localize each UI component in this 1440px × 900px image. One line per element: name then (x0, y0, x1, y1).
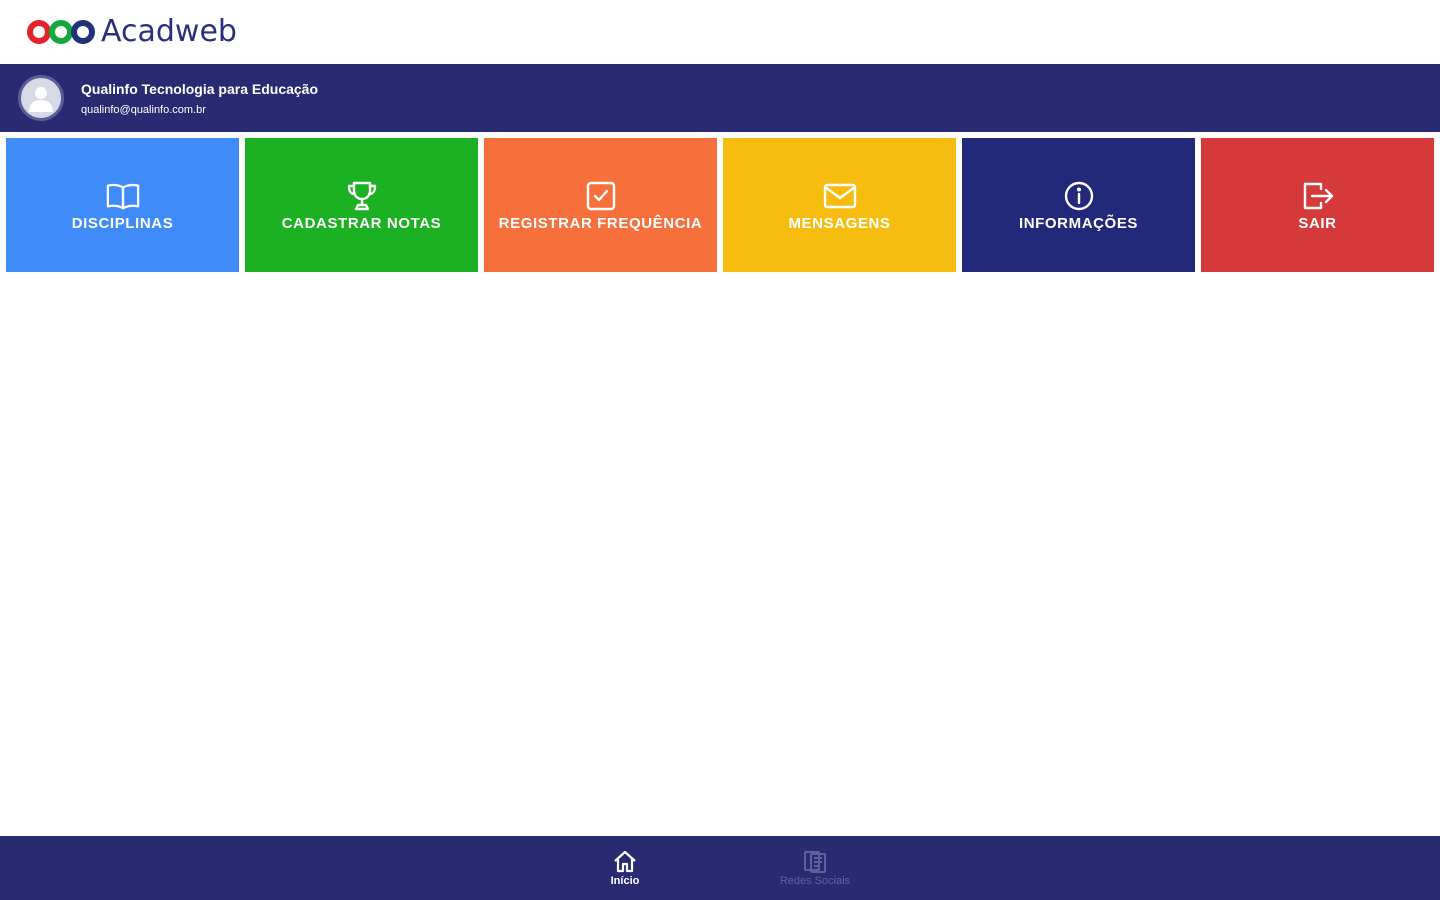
tile-disciplinas[interactable]: DISCIPLINAS (6, 138, 239, 272)
tile-label: DISCIPLINAS (71, 214, 174, 232)
acadweb-logo[interactable]: Acadweb (27, 12, 237, 52)
logo-ring-green (49, 20, 73, 44)
user-icon (29, 87, 53, 112)
bottom-nav: Início Redes Sociais (0, 836, 1440, 900)
menu-tiles: DISCIPLINAS CADASTRAR NOTAS REGISTRAR FR… (6, 138, 1435, 273)
trophy-icon (345, 179, 379, 213)
tile-cadastrar-notas[interactable]: CADASTRAR NOTAS (245, 138, 478, 272)
logo-text: Acadweb (101, 14, 237, 49)
user-bar: Qualinfo Tecnologia para Educação qualin… (0, 64, 1440, 132)
checkbox-icon (584, 179, 618, 213)
avatar[interactable] (18, 75, 64, 121)
nav-item-inicio[interactable]: Início (530, 836, 720, 900)
nav-label: Redes Sociais (779, 875, 851, 887)
book-open-icon (106, 179, 140, 213)
home-icon (614, 850, 636, 873)
tile-mensagens[interactable]: MENSAGENS (723, 138, 956, 272)
user-info: Qualinfo Tecnologia para Educação qualin… (81, 80, 318, 117)
tile-sair[interactable]: SAIR (1201, 138, 1434, 272)
user-email: qualinfo@qualinfo.com.br (81, 103, 206, 116)
logo-ring-blue (71, 20, 95, 44)
tile-informacoes[interactable]: INFORMAÇÕES (962, 138, 1195, 272)
logo-ring-red (27, 20, 51, 44)
envelope-icon (823, 179, 857, 213)
logout-icon (1301, 179, 1335, 213)
logo-rings (27, 20, 95, 44)
tile-label: INFORMAÇÕES (1018, 214, 1139, 232)
user-name: Qualinfo Tecnologia para Educação (81, 80, 319, 97)
social-icon (804, 851, 826, 873)
info-icon (1062, 179, 1096, 213)
app-root: Acadweb Qualinfo Tecnologia para Educaçã… (0, 0, 1440, 900)
tile-registrar-frequencia[interactable]: REGISTRAR FREQUÊNCIA (484, 138, 717, 272)
tile-label: SAIR (1298, 214, 1337, 232)
tile-label: MENSAGENS (788, 214, 891, 232)
nav-label: Início (610, 875, 640, 887)
top-bar: Acadweb (0, 0, 1440, 64)
nav-item-redes-sociais[interactable]: Redes Sociais (720, 836, 910, 900)
tile-label: CADASTRAR NOTAS (281, 214, 442, 232)
tile-label: REGISTRAR FREQUÊNCIA (498, 214, 703, 232)
